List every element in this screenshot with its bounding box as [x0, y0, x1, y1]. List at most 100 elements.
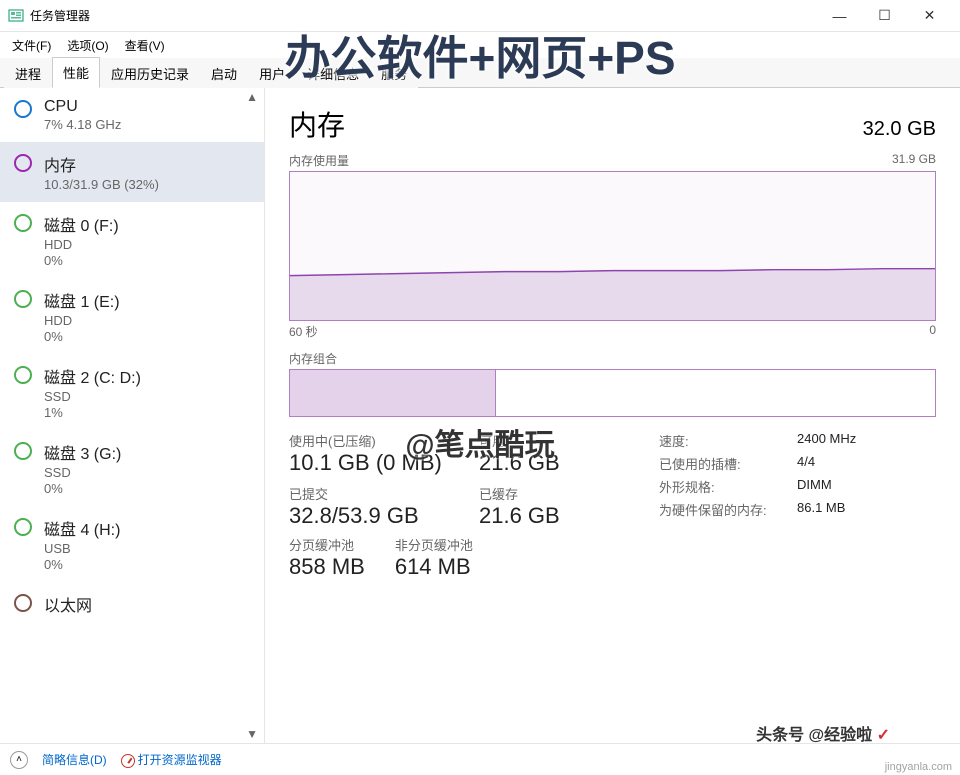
memory-usage-graph[interactable] — [289, 171, 936, 321]
composition-label: 内存组合 — [289, 350, 936, 367]
sidebar-mem-sub: 10.3/31.9 GB (32%) — [44, 177, 250, 192]
menu-options[interactable]: 选项(O) — [61, 35, 114, 56]
sidebar-disk1-pct: 0% — [44, 329, 250, 344]
sidebar-disk4-type: USB — [44, 541, 250, 556]
page-title: 内存 — [289, 104, 345, 144]
app-icon — [8, 8, 24, 24]
stats: 使用中(已压缩) 10.1 GB (0 MB) 可用 21.6 GB 已提交 3… — [289, 431, 936, 529]
tab-processes[interactable]: 进程 — [4, 58, 52, 88]
stats-right: 速度: 2400 MHz 已使用的插槽: 4/4 外形规格: DIMM 为硬件保留的内… — [659, 431, 856, 529]
stat-cached-label: 已缓存 — [479, 484, 629, 503]
window-title: 任务管理器 — [30, 7, 90, 24]
stat-avail-label: 可用 — [479, 431, 629, 450]
sidebar-item-ethernet[interactable]: 以太网 — [0, 582, 264, 626]
ethernet-icon — [14, 594, 32, 612]
stat-available: 可用 21.6 GB — [479, 431, 629, 476]
tab-details[interactable]: 详细信息 — [296, 58, 370, 88]
stat-nonpaged: 非分页缓冲池 614 MB — [395, 535, 473, 580]
sidebar-cpu-title: CPU — [44, 98, 250, 116]
speed-value: 2400 MHz — [797, 431, 856, 450]
stat-nonpaged-value: 614 MB — [395, 554, 473, 580]
tab-app-history[interactable]: 应用历史记录 — [100, 58, 200, 88]
sidebar: ▲ CPU 7% 4.18 GHz 内存 10.3/31.9 GB (32%) … — [0, 88, 265, 743]
menubar: 文件(F) 选项(O) 查看(V) — [0, 32, 960, 58]
stat-avail-value: 21.6 GB — [479, 450, 629, 476]
disk-icon — [14, 214, 32, 232]
stat-paged-value: 858 MB — [289, 554, 365, 580]
stat-committed: 已提交 32.8/53.9 GB — [289, 484, 479, 529]
stat-commit-value: 32.8/53.9 GB — [289, 503, 479, 529]
sidebar-item-disk2[interactable]: 磁盘 2 (C: D:) SSD 1% — [0, 354, 264, 430]
close-button[interactable]: ✕ — [907, 1, 952, 31]
menu-view[interactable]: 查看(V) — [119, 35, 171, 56]
disk-icon — [14, 518, 32, 536]
slots-label: 已使用的插槽: — [659, 454, 779, 473]
sidebar-item-memory[interactable]: 内存 10.3/31.9 GB (32%) — [0, 142, 264, 202]
stat-nonpaged-label: 非分页缓冲池 — [395, 535, 473, 554]
sidebar-disk0-title: 磁盘 0 (F:) — [44, 212, 250, 236]
tab-performance[interactable]: 性能 — [52, 57, 100, 88]
sidebar-disk2-title: 磁盘 2 (C: D:) — [44, 364, 250, 388]
stat-cached: 已缓存 21.6 GB — [479, 484, 629, 529]
hwres-label: 为硬件保留的内存: — [659, 500, 779, 519]
usage-max: 31.9 GB — [892, 152, 936, 169]
sidebar-disk2-pct: 1% — [44, 405, 250, 420]
tab-startup[interactable]: 启动 — [200, 58, 248, 88]
hwres-value: 86.1 MB — [797, 500, 845, 519]
content: ▲ CPU 7% 4.18 GHz 内存 10.3/31.9 GB (32%) … — [0, 88, 960, 743]
stat-in-use: 使用中(已压缩) 10.1 GB (0 MB) — [289, 431, 479, 476]
gauge-icon — [121, 754, 135, 768]
memory-icon — [14, 154, 32, 172]
axis-left: 60 秒 — [289, 323, 318, 340]
stat-paged: 分页缓冲池 858 MB — [289, 535, 365, 580]
sidebar-disk1-type: HDD — [44, 313, 250, 328]
sidebar-item-disk0[interactable]: 磁盘 0 (F:) HDD 0% — [0, 202, 264, 278]
main-panel: 内存 32.0 GB 内存使用量 31.9 GB 60 秒 0 内存组合 使用中… — [265, 88, 960, 743]
minimize-button[interactable]: ― — [817, 1, 862, 31]
disk-icon — [14, 442, 32, 460]
form-label: 外形规格: — [659, 477, 779, 496]
sidebar-disk0-type: HDD — [44, 237, 250, 252]
sidebar-item-disk3[interactable]: 磁盘 3 (G:) SSD 0% — [0, 430, 264, 506]
open-resmon-link[interactable]: 打开资源监视器 — [138, 753, 222, 767]
cpu-icon — [14, 100, 32, 118]
disk-icon — [14, 366, 32, 384]
stat-paged-label: 分页缓冲池 — [289, 535, 365, 554]
sidebar-disk4-pct: 0% — [44, 557, 250, 572]
sidebar-item-disk4[interactable]: 磁盘 4 (H:) USB 0% — [0, 506, 264, 582]
sidebar-disk3-type: SSD — [44, 465, 250, 480]
stat-in-use-value: 10.1 GB (0 MB) — [289, 450, 479, 476]
maximize-button[interactable]: ☐ — [862, 1, 907, 31]
sidebar-item-disk1[interactable]: 磁盘 1 (E:) HDD 0% — [0, 278, 264, 354]
fewer-details-link[interactable]: 简略信息(D) — [42, 751, 107, 768]
memory-total: 32.0 GB — [863, 118, 936, 141]
axis-right: 0 — [929, 323, 936, 340]
memory-composition-bar[interactable] — [289, 369, 936, 417]
sidebar-disk3-pct: 0% — [44, 481, 250, 496]
slots-value: 4/4 — [797, 454, 815, 473]
disk-icon — [14, 290, 32, 308]
sidebar-mem-title: 内存 — [44, 152, 250, 176]
sidebar-disk2-type: SSD — [44, 389, 250, 404]
tab-users[interactable]: 用户 — [248, 58, 296, 88]
statusbar: ˄ 简略信息(D) 打开资源监视器 — [0, 743, 960, 775]
stat-commit-label: 已提交 — [289, 484, 479, 503]
sidebar-eth-title: 以太网 — [44, 592, 250, 616]
stat-cached-value: 21.6 GB — [479, 503, 629, 529]
composition-used — [290, 370, 496, 416]
form-value: DIMM — [797, 477, 832, 496]
speed-label: 速度: — [659, 431, 779, 450]
tab-bar: 进程 性能 应用历史记录 启动 用户 详细信息 服务 — [0, 58, 960, 88]
chevron-up-icon[interactable]: ˄ — [10, 751, 28, 769]
menu-file[interactable]: 文件(F) — [6, 35, 57, 56]
sidebar-disk1-title: 磁盘 1 (E:) — [44, 288, 250, 312]
sidebar-disk0-pct: 0% — [44, 253, 250, 268]
tab-services[interactable]: 服务 — [370, 58, 418, 88]
sidebar-scroll-down[interactable]: ▼ — [242, 727, 262, 741]
usage-label: 内存使用量 — [289, 152, 349, 169]
stat-in-use-label: 使用中(已压缩) — [289, 431, 479, 450]
sidebar-item-cpu[interactable]: CPU 7% 4.18 GHz — [0, 88, 264, 142]
sidebar-disk3-title: 磁盘 3 (G:) — [44, 440, 250, 464]
sidebar-disk4-title: 磁盘 4 (H:) — [44, 516, 250, 540]
sidebar-cpu-sub: 7% 4.18 GHz — [44, 117, 250, 132]
